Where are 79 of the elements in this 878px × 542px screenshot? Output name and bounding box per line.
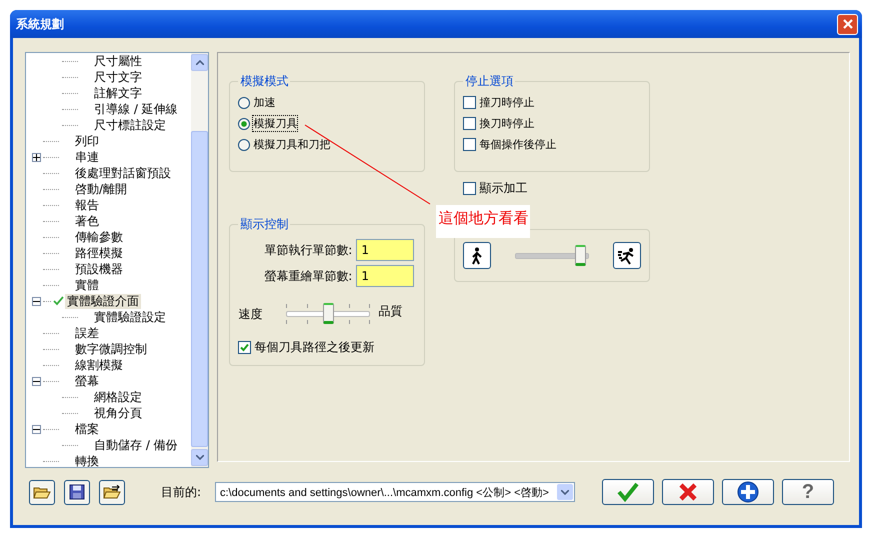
scrollbar[interactable] [191, 53, 208, 467]
tree-item[interactable]: 引導線 / 延伸線 [92, 102, 180, 116]
tree-item[interactable]: 著色 [73, 214, 101, 228]
add-button[interactable] [722, 479, 774, 505]
checkbox-label: 顯示加工 [479, 180, 528, 197]
group-title: 顯示控制 [239, 216, 290, 233]
tree-item[interactable]: 串連 [73, 150, 101, 164]
expand-toggle[interactable] [32, 424, 41, 434]
config-dropdown[interactable]: c:\documents and settings\owner\...\mcamxm.config <公制> <啓動> [215, 482, 575, 502]
checkbox-label: 每個刀具路徑之後更新 [254, 339, 374, 356]
folder-icon [33, 484, 51, 500]
tree-item[interactable]: 傳輸參數 [73, 230, 125, 244]
tree-item[interactable]: 自動儲存 / 備份 [92, 438, 180, 452]
checkbox[interactable] [463, 138, 476, 151]
checkbox-label: 換刀時停止 [479, 116, 534, 131]
checkbox[interactable] [463, 96, 476, 109]
checkbox-label: 每個操作後停止 [479, 137, 556, 152]
tree-item[interactable]: 線割模擬 [73, 358, 125, 372]
run-button[interactable] [613, 242, 642, 269]
tree-item[interactable]: 實體驗證設定 [92, 310, 168, 324]
plus-icon [33, 154, 40, 160]
checkbox-label: 撞刀時停止 [479, 95, 534, 110]
folder-arrows-icon [103, 484, 121, 500]
open-button[interactable] [29, 480, 55, 504]
tree-item[interactable]: 誤差 [73, 326, 101, 340]
radio-button[interactable] [238, 138, 250, 150]
slider-label: 品質 [378, 302, 402, 320]
checkbox[interactable] [238, 341, 252, 354]
tree-item[interactable]: 實體 [73, 278, 101, 292]
tree-item[interactable]: 報告 [73, 198, 101, 212]
slider-thumb[interactable] [575, 244, 586, 266]
radio-button[interactable] [238, 96, 250, 108]
current-label: 目前的: [161, 484, 202, 500]
tree-item[interactable]: 螢幕 [73, 374, 101, 388]
import-button[interactable] [99, 480, 125, 504]
tree-item[interactable]: 啓動/離開 [73, 182, 130, 196]
field-label: 單節執行單節數: [264, 242, 352, 258]
check-icon [617, 482, 639, 502]
tree-item[interactable]: 實體驗證介面 [65, 294, 141, 308]
input-field[interactable]: 1 [356, 239, 414, 261]
plus-icon [737, 481, 759, 503]
tree-item[interactable]: 後處理對話窗預設 [73, 166, 173, 180]
checkbox[interactable] [463, 117, 476, 130]
save-button[interactable] [64, 480, 90, 504]
close-button[interactable] [837, 14, 858, 34]
checkbox[interactable] [463, 182, 476, 195]
tree-item[interactable]: 檔案 [73, 422, 101, 436]
group-title: 停止選項 [464, 73, 514, 90]
group-title: 模擬模式 [239, 73, 290, 90]
tree-item[interactable]: 尺寸標註設定 [92, 118, 168, 132]
expand-toggle[interactable] [32, 376, 41, 386]
tree-item[interactable]: 轉換 [73, 454, 101, 467]
ok-button[interactable] [602, 479, 654, 505]
window-title: 系統規劃 [16, 16, 64, 32]
tree-item[interactable]: 尺寸文字 [92, 70, 144, 84]
slider-thumb[interactable] [322, 303, 334, 324]
tree-item[interactable]: 視角分頁 [92, 406, 144, 420]
tree-item[interactable]: 列印 [73, 134, 101, 148]
close-icon [842, 18, 854, 30]
input-field[interactable]: 1 [356, 265, 414, 287]
radio-label: 模擬刀具和刀把 [253, 137, 330, 152]
tree-item[interactable]: 註解文字 [92, 86, 144, 100]
field-label: 螢幕重繪單節數: [264, 268, 352, 284]
tree-item[interactable]: 尺寸屬性 [92, 54, 144, 68]
close-icon [679, 483, 697, 501]
walk-button[interactable] [463, 242, 492, 269]
cancel-button[interactable] [662, 479, 714, 505]
tree-item[interactable]: 網格設定 [92, 390, 144, 404]
expand-toggle[interactable] [32, 296, 41, 306]
annotation-text: 這個地方看看 [436, 205, 530, 238]
tree-item[interactable]: 數字微調控制 [73, 342, 149, 356]
tree-item[interactable]: 路徑模擬 [73, 246, 125, 260]
radio-label: 加速 [253, 95, 276, 110]
expand-toggle[interactable] [32, 152, 41, 162]
slider-label: 速度 [238, 306, 264, 322]
radio-button[interactable] [238, 118, 250, 130]
radio-label: 模擬刀具 [253, 116, 298, 131]
tree-item[interactable]: 預設機器 [73, 262, 125, 276]
help-button[interactable]: ? [782, 479, 834, 505]
